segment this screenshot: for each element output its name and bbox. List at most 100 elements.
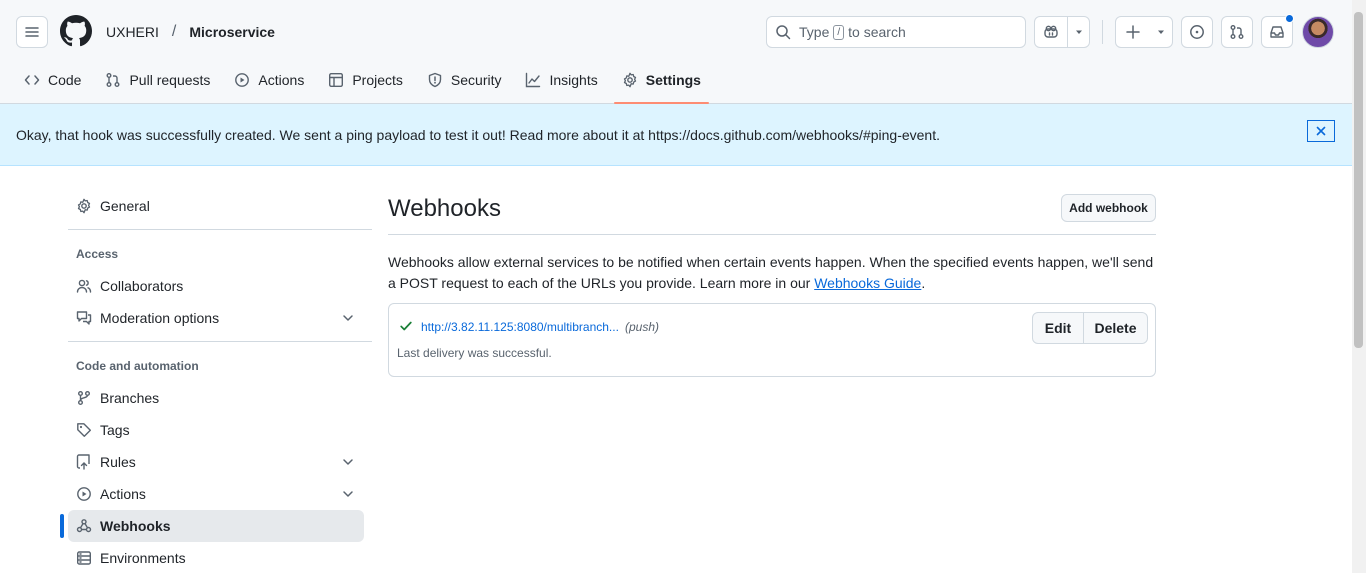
- shield-icon: [428, 72, 442, 88]
- comment-discussion-icon: [76, 311, 92, 325]
- sidebar-item-tags[interactable]: Tags: [68, 414, 364, 446]
- search-icon: [776, 25, 791, 40]
- tab-label: Insights: [549, 72, 598, 88]
- sidebar-item-general[interactable]: General: [68, 190, 364, 222]
- tab-security[interactable]: Security: [419, 64, 510, 96]
- flash-close-button[interactable]: [1307, 120, 1335, 142]
- repo-link[interactable]: Microservice: [189, 24, 275, 40]
- search-suffix: to search: [848, 24, 906, 40]
- sidebar-item-environments[interactable]: Environments: [68, 542, 364, 573]
- sidebar-item-label: Rules: [100, 454, 136, 470]
- add-webhook-button[interactable]: Add webhook: [1061, 194, 1156, 222]
- header-divider: [1102, 20, 1103, 44]
- sidebar-divider: [68, 229, 372, 230]
- tag-icon: [77, 423, 91, 437]
- sidebar-divider: [68, 341, 372, 342]
- graph-icon: [526, 72, 541, 88]
- create-dropdown[interactable]: [1150, 17, 1172, 47]
- sidebar-item-label: Collaborators: [100, 278, 184, 294]
- github-logo-icon[interactable]: [60, 15, 92, 47]
- description-text: Webhooks allow external services to be n…: [388, 254, 1154, 291]
- description-end: .: [921, 275, 926, 291]
- code-icon: [24, 75, 40, 85]
- breadcrumb: UXHERI / Microservice: [106, 23, 275, 41]
- delete-webhook-button[interactable]: Delete: [1083, 313, 1147, 343]
- plus-icon: [1126, 25, 1140, 39]
- menu-button[interactable]: [16, 16, 48, 48]
- sidebar-item-moderation-options[interactable]: Moderation options: [68, 302, 364, 334]
- gear-icon: [77, 198, 91, 214]
- search-prefix: Type: [799, 24, 830, 40]
- gear-icon: [623, 72, 636, 88]
- sidebar-item-label: Environments: [100, 550, 186, 566]
- sidebar-heading-code-automation: Code and automation: [76, 359, 199, 373]
- tab-actions[interactable]: Actions: [226, 64, 312, 96]
- server-icon: [77, 551, 92, 565]
- flash-banner: Okay, that hook was successfully created…: [0, 104, 1352, 166]
- sidebar-item-webhooks[interactable]: Webhooks: [68, 510, 364, 542]
- pull-requests-button[interactable]: [1221, 16, 1253, 48]
- create-button-group[interactable]: [1115, 16, 1173, 48]
- play-icon: [235, 73, 250, 87]
- people-icon: [76, 279, 92, 293]
- app-header: UXHERI / Microservice Type / to search C…: [0, 0, 1352, 104]
- sidebar-item-label: Moderation options: [100, 310, 220, 326]
- copilot-button[interactable]: [1035, 17, 1067, 47]
- create-new-button[interactable]: [1116, 17, 1150, 47]
- tab-settings[interactable]: Settings: [613, 64, 710, 104]
- check-icon: [400, 321, 412, 331]
- inbox-icon: [1270, 26, 1284, 38]
- webhook-actions: Edit Delete: [1032, 312, 1148, 344]
- tab-insights[interactable]: Insights: [517, 64, 605, 96]
- search-shortcut-key: /: [833, 24, 845, 40]
- sidebar-item-branches[interactable]: Branches: [68, 382, 364, 414]
- webhook-url-link[interactable]: http://3.82.11.125:8080/multibranch...: [421, 320, 619, 334]
- edit-webhook-button[interactable]: Edit: [1033, 313, 1083, 343]
- tab-label: Actions: [258, 72, 305, 88]
- repo-push-icon: [76, 454, 90, 470]
- webhooks-description: Webhooks allow external services to be n…: [388, 252, 1156, 294]
- webhook-icon: [76, 519, 92, 533]
- table-icon: [329, 73, 344, 88]
- avatar[interactable]: [1302, 16, 1334, 48]
- triangle-down-icon: [1075, 30, 1082, 34]
- hamburger-icon: [25, 27, 39, 37]
- chevron-down-icon: [343, 491, 353, 497]
- tab-label: Settings: [645, 72, 701, 88]
- issue-opened-icon: [1190, 25, 1204, 39]
- tab-label: Code: [48, 72, 82, 88]
- git-branch-icon: [78, 391, 90, 405]
- webhooks-guide-link[interactable]: Webhooks Guide: [814, 275, 921, 291]
- sidebar-item-label: Webhooks: [100, 518, 171, 534]
- scrollbar-thumb[interactable]: [1354, 12, 1363, 348]
- webhook-events: (push): [625, 320, 660, 334]
- flash-message: Okay, that hook was successfully created…: [16, 126, 940, 143]
- sidebar-item-actions[interactable]: Actions: [68, 478, 364, 510]
- copilot-dropdown-button[interactable]: [1067, 17, 1089, 47]
- page-title: Webhooks: [388, 195, 501, 222]
- chevron-down-icon: [343, 459, 353, 465]
- tab-label: Projects: [352, 72, 403, 88]
- tab-label: Pull requests: [129, 72, 211, 88]
- tab-label: Security: [450, 72, 502, 88]
- breadcrumb-separator: /: [171, 23, 177, 40]
- tab-pull-requests[interactable]: Pull requests: [97, 64, 218, 96]
- issues-button[interactable]: [1181, 16, 1213, 48]
- sidebar-item-rules[interactable]: Rules: [68, 446, 364, 478]
- sidebar-item-label: Tags: [100, 422, 130, 438]
- copilot-icon: [1044, 25, 1058, 38]
- sidebar-item-label: Branches: [100, 390, 160, 406]
- repo-tabs: Code Pull requests Actions Projects Secu…: [16, 64, 717, 104]
- webhook-list-item: http://3.82.11.125:8080/multibranch... (…: [388, 303, 1156, 377]
- git-pull-request-icon: [1230, 25, 1244, 39]
- copilot-button-group: [1034, 16, 1090, 48]
- close-icon: [1316, 126, 1326, 136]
- owner-link[interactable]: UXHERI: [106, 24, 159, 40]
- sidebar-item-collaborators[interactable]: Collaborators: [68, 270, 364, 302]
- triangle-down-icon: [1158, 30, 1164, 34]
- search-input[interactable]: Type / to search: [766, 16, 1026, 48]
- tab-projects[interactable]: Projects: [320, 64, 411, 96]
- title-divider: [388, 234, 1156, 235]
- play-icon: [77, 487, 91, 501]
- tab-code[interactable]: Code: [16, 64, 89, 96]
